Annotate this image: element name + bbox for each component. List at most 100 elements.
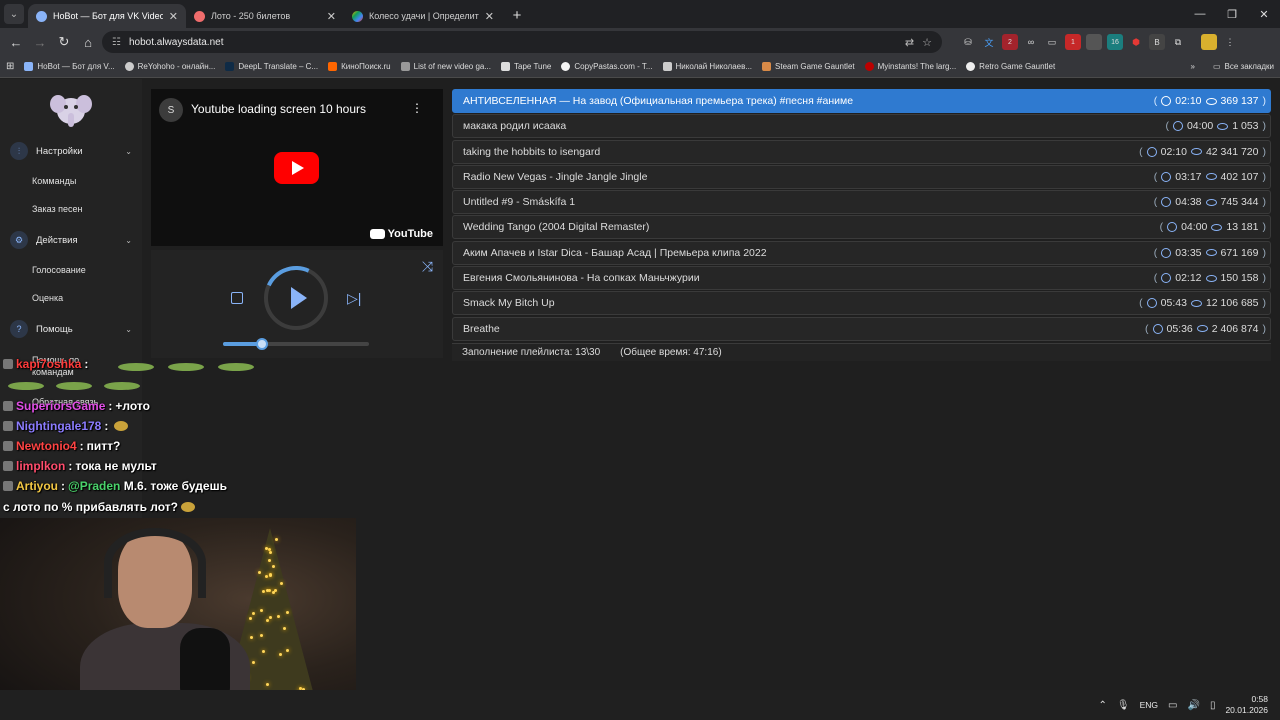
database-ext-icon[interactable]: ⛁	[960, 34, 976, 50]
tab-search-button[interactable]: ⌄	[4, 4, 24, 24]
volume-icon[interactable]: 🔊	[1187, 700, 1199, 711]
sidebar-group-help[interactable]: ? Помощь ⌄	[0, 317, 142, 341]
volume-slider[interactable]	[223, 342, 369, 346]
playlist-track[interactable]: Untitled #9 - Smáskífa 1 (04:38 745 344)	[452, 190, 1271, 214]
sidebar-item-voting[interactable]: Голосование	[32, 265, 86, 275]
chat-colon: :	[104, 419, 108, 433]
track-meta: (03:35 671 169)	[1154, 247, 1266, 259]
bookmark-item[interactable]: Steam Game Gauntlet	[762, 62, 855, 71]
overflow-chevron-icon[interactable]: »	[1191, 62, 1195, 71]
track-title: Wedding Tango (2004 Digital Remaster)	[463, 221, 1160, 233]
close-window-icon[interactable]: ✕	[1248, 0, 1280, 28]
chat-username[interactable]: limplkon	[16, 459, 65, 473]
playlist-track[interactable]: макака родил исаака (04:00 1 053)	[452, 114, 1271, 138]
ext-badge-16-icon[interactable]: 16	[1107, 34, 1123, 50]
url-text[interactable]: hobot.alwaysdata.net	[129, 37, 897, 48]
youtube-logo[interactable]: YouTube	[370, 228, 433, 240]
ext-badge-2-icon[interactable]: 2	[1002, 34, 1018, 50]
youtube-embed[interactable]: S Youtube loading screen 10 hours ⋮ YouT…	[151, 89, 443, 246]
sidebar-group-settings[interactable]: ⫶ Настройки ⌄	[0, 139, 142, 163]
browser-tab-wheel[interactable]: Колесо удачи | Определите по ✕	[344, 4, 502, 28]
sidebar-group-actions[interactable]: ⚙ Действия ⌄	[0, 228, 142, 252]
playlist-track[interactable]: Wedding Tango (2004 Digital Remaster) (04…	[452, 215, 1271, 239]
site-info-icon[interactable]: ☷	[112, 37, 121, 48]
video-title[interactable]: Youtube loading screen 10 hours	[191, 102, 366, 116]
bookmark-item[interactable]: ReYohoho - онлайн...	[125, 62, 216, 71]
bookmark-item[interactable]: Retro Game Gauntlet	[966, 62, 1055, 71]
bookmark-item[interactable]: List of new video ga...	[401, 62, 491, 71]
playlist-track[interactable]: Smack My Bitch Up (05:43 12 106 685)	[452, 291, 1271, 315]
ext-b-icon[interactable]: B	[1149, 34, 1165, 50]
track-views: 671 169	[1221, 247, 1259, 259]
close-tab-icon[interactable]: ✕	[327, 10, 336, 23]
youtube-play-button[interactable]	[274, 152, 319, 184]
chat-username[interactable]: Newtonio4	[16, 439, 77, 453]
track-meta: (04:00 1 053)	[1165, 120, 1266, 132]
profile-avatar[interactable]	[1201, 34, 1217, 50]
playlist-track[interactable]: Radio New Vegas - Jingle Jangle Jingle (0…	[452, 165, 1271, 189]
sidebar-item-song-requests[interactable]: Заказ песен	[32, 204, 82, 214]
sidebar-item-commands[interactable]: Комманды	[32, 176, 76, 186]
skip-next-button[interactable]: ▷|	[347, 290, 361, 307]
restore-icon[interactable]: ❐	[1216, 0, 1248, 28]
chat-username[interactable]: Nightingale178	[16, 419, 101, 433]
glasses-ext-icon[interactable]: ∞	[1023, 34, 1039, 50]
address-bar[interactable]: ☷ hobot.alwaysdata.net ⇄ ☆	[102, 31, 942, 53]
close-tab-icon[interactable]: ✕	[485, 10, 494, 23]
battery-icon[interactable]: ▯	[1210, 700, 1216, 711]
reload-icon[interactable]: ↻	[54, 32, 74, 52]
home-icon[interactable]: ⌂	[78, 32, 98, 52]
chat-username[interactable]: kapi7oshka	[16, 357, 81, 371]
shuffle-off-icon[interactable]: ⤨	[422, 258, 433, 275]
bookmark-item[interactable]: CopyPastas.com - T...	[561, 62, 652, 71]
bookmark-item[interactable]: Tape Tune	[501, 62, 551, 71]
sidebar-item-rating[interactable]: Оценка	[32, 293, 63, 303]
volume-handle[interactable]	[256, 338, 268, 350]
chat-mention[interactable]: @Praden	[68, 479, 120, 493]
tray-overflow-icon[interactable]: ⌃	[1099, 700, 1107, 711]
more-options-icon[interactable]: ⋮	[411, 101, 423, 115]
new-tab-button[interactable]: +	[506, 4, 528, 26]
monitor-icon[interactable]: ▭	[1168, 700, 1177, 711]
all-bookmarks-button[interactable]: » ▭ Все закладки	[1191, 62, 1274, 71]
bookmark-item[interactable]: DeepL Translate – С...	[225, 62, 318, 71]
channel-avatar[interactable]: S	[159, 98, 183, 122]
minimize-icon[interactable]: —	[1184, 0, 1216, 28]
playlist-track[interactable]: Евгения Смольянинова - На сопках Маньчжу…	[452, 266, 1271, 290]
apps-grid-icon[interactable]: ⊞	[6, 61, 14, 72]
chat-username[interactable]: SuperiorsGame	[16, 399, 105, 413]
language-indicator[interactable]: ENG	[1140, 700, 1158, 710]
back-icon[interactable]: ←	[6, 32, 26, 52]
forward-icon[interactable]: →	[30, 32, 50, 52]
play-button[interactable]	[264, 266, 328, 330]
bookmark-item[interactable]: КиноПоиск.ru	[328, 62, 391, 71]
bookmark-item[interactable]: Myinstants! The larg...	[865, 62, 957, 71]
playlist-track[interactable]: Аким Апачев и Istar Dica - Башар Асад | …	[452, 241, 1271, 265]
playlist-footer: Заполнение плейлиста: 13\30 (Общее время:…	[452, 343, 1271, 361]
screenshot-ext-icon[interactable]: ▭	[1044, 34, 1060, 50]
chat-username[interactable]: Artiyou	[16, 479, 58, 493]
browser-tab-loto[interactable]: Лото - 250 билетов ✕	[186, 4, 344, 28]
translate-icon[interactable]: ⇄	[905, 36, 914, 49]
eye-icon	[1206, 98, 1217, 105]
ext-badge-1-icon[interactable]: 1	[1065, 34, 1081, 50]
adblock-ext-icon[interactable]: ⬢	[1128, 34, 1144, 50]
system-clock[interactable]: 0:58 20.01.2026	[1225, 694, 1268, 716]
bookmark-item[interactable]: HoBot — Бот для V...	[24, 62, 114, 71]
microphone-tray-icon[interactable]: 🎙	[1117, 700, 1130, 711]
chat-message: Newtonio4: питт?	[3, 439, 120, 453]
ext-grey-icon[interactable]	[1086, 34, 1102, 50]
bookmark-star-icon[interactable]: ☆	[922, 36, 932, 49]
playlist-track[interactable]: taking the hobbits to isengard (02:10 42 3…	[452, 140, 1271, 164]
translate-ext-icon[interactable]: 文	[981, 34, 997, 50]
browser-tab-hobot[interactable]: HoBot — Бот для VK Video Live ✕	[28, 4, 186, 28]
browser-menu-icon[interactable]: ⋮	[1222, 34, 1238, 50]
chevron-down-icon: ⌄	[125, 325, 132, 334]
extensions-puzzle-icon[interactable]: ⧉	[1170, 34, 1186, 50]
bookmark-item[interactable]: Николай Николаев...	[663, 62, 753, 71]
playlist-track[interactable]: Breathe (05:36 2 406 874)	[452, 317, 1271, 341]
stop-button[interactable]	[231, 292, 243, 304]
playlist-track[interactable]: АНТИВСЕЛЕННАЯ — На завод (Официальная пр…	[452, 89, 1271, 113]
system-tray: ⌃ 🎙 ENG ▭ 🔊 ▯ 0:58 20.01.2026	[1099, 690, 1280, 720]
close-tab-icon[interactable]: ✕	[169, 10, 178, 23]
